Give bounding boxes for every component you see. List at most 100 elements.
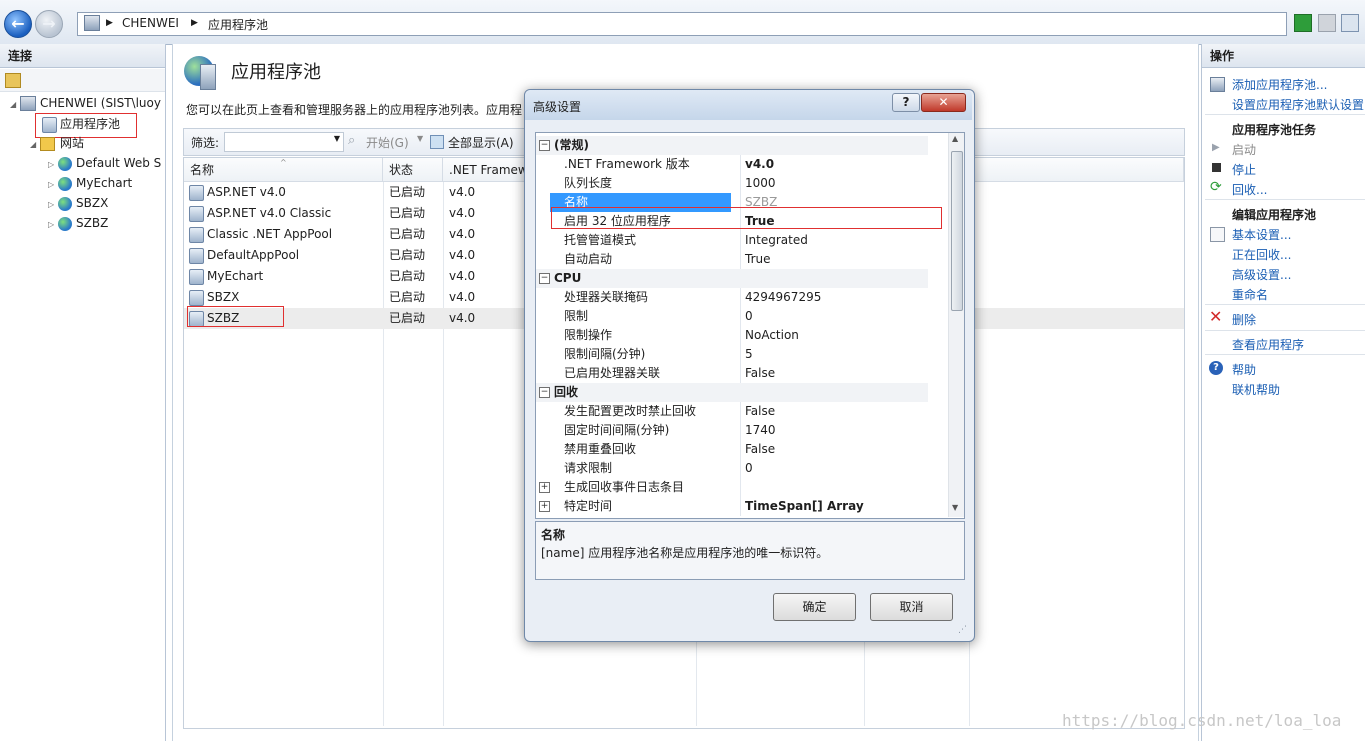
column-header-name[interactable]: 名称 ^ <box>184 158 383 182</box>
connections-toolbar <box>0 69 165 92</box>
property-value[interactable]: 5 <box>745 345 753 364</box>
separator <box>1205 199 1365 200</box>
expand-icon[interactable]: ▷ <box>48 155 58 175</box>
scroll-up-icon[interactable]: ▲ <box>952 134 958 143</box>
resize-grip-icon[interactable]: ⋰ <box>958 625 967 635</box>
property-row[interactable]: + 特定时间 TimeSpan[] Array <box>536 497 928 516</box>
property-value[interactable]: 1000 <box>745 174 776 193</box>
cancel-button[interactable]: 取消 <box>870 593 953 621</box>
vertical-scrollbar[interactable]: ▲ ▼ <box>948 133 964 517</box>
basic-settings-link[interactable]: 基本设置... <box>1232 226 1291 243</box>
tree-site-item[interactable]: ▷ SZBZ <box>48 213 108 233</box>
breadcrumb-server[interactable]: CHENWEI <box>122 16 179 30</box>
breadcrumb-app-pools[interactable]: 应用程序池 <box>208 16 268 33</box>
property-name: 发生配置更改时禁止回收 <box>564 404 697 418</box>
property-row[interactable]: 已启用处理器关联 False <box>536 364 928 383</box>
help-button[interactable]: ? <box>892 93 920 112</box>
property-category-row[interactable]: − (常规) <box>536 136 928 155</box>
advanced-settings-link[interactable]: 高级设置... <box>1232 266 1291 283</box>
property-value[interactable]: False <box>745 402 775 421</box>
property-category-row[interactable]: − 回收 <box>536 383 928 402</box>
scrollbar-thumb[interactable] <box>951 151 963 311</box>
pool-tasks-heading: 应用程序池任务 <box>1232 123 1317 137</box>
collapse-icon[interactable]: − <box>539 140 550 151</box>
forward-button[interactable]: → <box>35 10 63 38</box>
recycle-icon: ⟳ <box>1210 179 1222 195</box>
tree-site-item[interactable]: ▷ MyEchart <box>48 173 132 193</box>
tree-site-item[interactable]: ▷ Default Web S <box>48 153 161 173</box>
home-icon[interactable] <box>1341 14 1359 32</box>
stop-icon[interactable] <box>1318 14 1336 32</box>
recycling-link[interactable]: 正在回收... <box>1232 246 1291 263</box>
expand-icon[interactable]: ▷ <box>48 175 58 195</box>
add-app-pool-link[interactable]: 添加应用程序池... <box>1232 76 1327 93</box>
refresh-icon[interactable] <box>1294 14 1312 32</box>
property-row[interactable]: 处理器关联掩码 4294967295 <box>536 288 928 307</box>
rename-link[interactable]: 重命名 <box>1232 286 1268 303</box>
property-row[interactable]: 固定时间间隔(分钟) 1740 <box>536 421 928 440</box>
collapse-icon[interactable]: − <box>539 273 550 284</box>
show-all-button[interactable]: 全部显示(A) <box>448 134 514 151</box>
collapse-icon[interactable]: ◢ <box>30 135 40 155</box>
property-value[interactable]: v4.0 <box>745 155 774 174</box>
expand-icon[interactable]: ▷ <box>48 195 58 215</box>
collapse-icon[interactable]: ◢ <box>10 95 20 115</box>
set-defaults-link[interactable]: 设置应用程序池默认设置 <box>1232 96 1364 113</box>
expand-icon[interactable]: + <box>539 482 550 493</box>
dropdown-arrow-icon[interactable]: ▼ <box>334 134 340 143</box>
view-apps-link[interactable]: 查看应用程序 <box>1232 336 1304 353</box>
server-icon <box>20 96 36 111</box>
property-value[interactable]: 0 <box>745 459 753 478</box>
help-link[interactable]: 帮助 <box>1232 361 1256 378</box>
property-value[interactable]: NoAction <box>745 326 799 345</box>
property-value[interactable]: Integrated <box>745 231 808 250</box>
pool-status: 已启动 <box>389 185 426 199</box>
collapse-icon[interactable]: − <box>539 387 550 398</box>
property-row[interactable]: 队列长度 1000 <box>536 174 928 193</box>
column-header-status[interactable]: 状态 <box>383 158 443 182</box>
property-value[interactable]: 0 <box>745 307 753 326</box>
online-help-link[interactable]: 联机帮助 <box>1232 381 1280 398</box>
property-row[interactable]: 请求限制 0 <box>536 459 928 478</box>
tree-sites[interactable]: ◢ 网站 <box>30 133 84 153</box>
property-row[interactable]: 禁用重叠回收 False <box>536 440 928 459</box>
property-row[interactable]: 限制间隔(分钟) 5 <box>536 345 928 364</box>
property-value[interactable]: 4294967295 <box>745 288 821 307</box>
property-row[interactable]: 限制操作 NoAction <box>536 326 928 345</box>
property-row[interactable]: 自动启动 True <box>536 250 928 269</box>
pool-net-version: v4.0 <box>449 206 476 220</box>
dropdown-arrow-icon[interactable]: ▼ <box>417 134 423 143</box>
property-value[interactable]: False <box>745 364 775 383</box>
close-button[interactable]: ✕ <box>921 93 966 112</box>
back-button[interactable]: ← <box>4 10 32 38</box>
property-row[interactable]: + 生成回收事件日志条目 <box>536 478 928 497</box>
property-row[interactable]: 托管管道模式 Integrated <box>536 231 928 250</box>
start-filter-button[interactable]: 开始(G) <box>366 134 409 151</box>
property-value[interactable]: True <box>745 250 771 269</box>
property-value[interactable]: TimeSpan[] Array <box>745 497 864 516</box>
expand-icon[interactable]: + <box>539 501 550 512</box>
property-rows: − (常规) .NET Framework 版本 v4.0 队列长度 1000 名称 SZBZ… <box>536 136 948 516</box>
tree-server[interactable]: ◢ CHENWEI (SIST\luoy <box>10 93 161 113</box>
expand-icon[interactable]: ▷ <box>48 215 58 235</box>
delete-link[interactable]: 删除 <box>1232 311 1256 328</box>
recycle-link[interactable]: 回收... <box>1232 181 1267 198</box>
dialog-titlebar[interactable]: 高级设置 ? ✕ <box>525 90 972 120</box>
ok-button[interactable]: 确定 <box>773 593 856 621</box>
property-category-row[interactable]: − CPU <box>536 269 928 288</box>
app-pool-icon <box>189 268 204 285</box>
stop-link[interactable]: 停止 <box>1232 161 1256 178</box>
connect-icon[interactable] <box>5 73 21 88</box>
property-row[interactable]: .NET Framework 版本 v4.0 <box>536 155 928 174</box>
address-bar[interactable]: ▶ CHENWEI ▶ 应用程序池 <box>77 12 1287 36</box>
app-pool-icon <box>189 184 204 201</box>
property-value[interactable]: 1740 <box>745 421 776 440</box>
property-value[interactable]: False <box>745 440 775 459</box>
scroll-down-icon[interactable]: ▼ <box>952 503 958 512</box>
start-link[interactable]: 启动 <box>1232 141 1256 158</box>
property-row[interactable]: 发生配置更改时禁止回收 False <box>536 402 928 421</box>
stop-icon <box>1212 163 1221 172</box>
property-row[interactable]: 限制 0 <box>536 307 928 326</box>
filter-input[interactable]: ▼ <box>224 132 344 152</box>
tree-site-item[interactable]: ▷ SBZX <box>48 193 108 213</box>
